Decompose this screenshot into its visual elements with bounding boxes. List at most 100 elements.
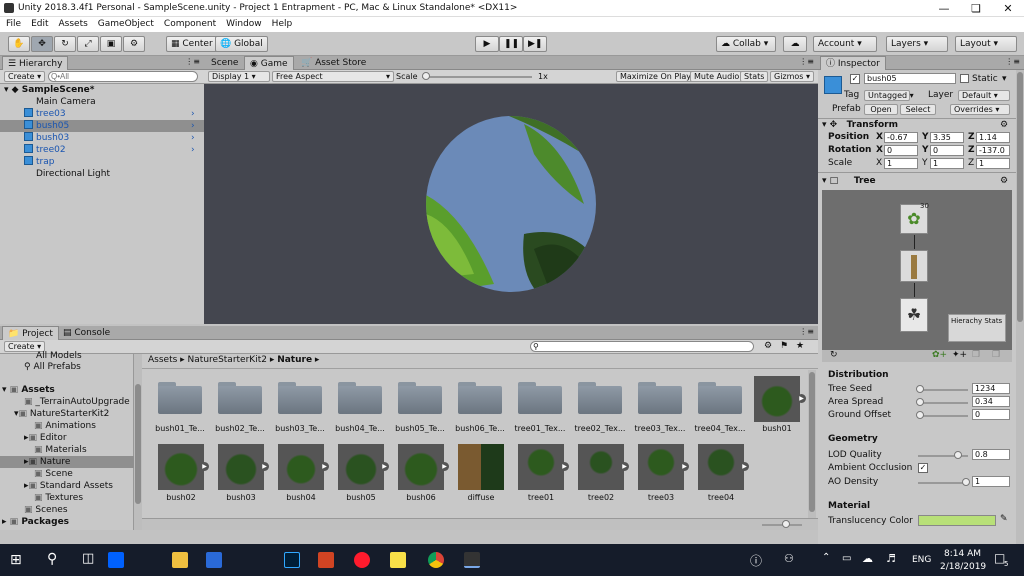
prefab-tree01[interactable] — [518, 444, 564, 490]
clock-time[interactable]: 8:14 AM — [944, 549, 981, 559]
position-z-field[interactable]: 1.14 — [976, 132, 1010, 143]
maximize-button[interactable]: ❏ — [960, 0, 992, 17]
expand-arrow-icon[interactable]: ▶ — [260, 462, 269, 471]
folder-tree02-textures[interactable] — [578, 382, 622, 414]
filter-by-label-icon[interactable]: ⚑ — [780, 341, 788, 351]
tab-console[interactable]: ▤ Console — [58, 326, 115, 340]
task-view-icon[interactable]: ◫ — [82, 551, 94, 566]
scale-y-field[interactable]: 1 — [930, 158, 964, 169]
rotation-z-field[interactable]: -137.0 — [976, 145, 1010, 156]
ground-offset-slider[interactable] — [918, 415, 968, 417]
tree-packages[interactable]: ▸ ▣ Packages — [2, 516, 69, 528]
texture-diffuse[interactable] — [458, 444, 504, 490]
translucency-color-swatch[interactable] — [918, 515, 996, 526]
expand-arrow-icon[interactable]: ▶ — [740, 462, 749, 471]
tree-nature-starter-kit[interactable]: ▾▣ NatureStarterKit2 — [14, 408, 109, 420]
prefab-bush05[interactable] — [338, 444, 384, 490]
hierarchy-create-button[interactable]: Create ▾ — [4, 71, 46, 82]
rotate-tool-icon[interactable]: ↻ — [54, 36, 76, 52]
area-spread-slider[interactable] — [918, 402, 968, 404]
tray-chevron-icon[interactable]: ⌃ — [822, 552, 830, 563]
display-dropdown[interactable]: Display 1 ▾ — [208, 71, 270, 82]
photoshop-icon[interactable] — [284, 552, 300, 568]
cloud-services-button[interactable]: ☁ — [783, 36, 807, 52]
area-spread-slider-handle[interactable] — [916, 398, 924, 406]
expand-arrow-icon[interactable]: ▶ — [320, 462, 329, 471]
rotation-x-field[interactable]: 0 — [884, 145, 918, 156]
store-icon[interactable] — [206, 552, 222, 568]
tab-inspector[interactable]: ⓘ Inspector — [820, 56, 886, 70]
breadcrumb-nature[interactable]: Nature — [277, 355, 312, 365]
stats-toggle[interactable]: Stats — [740, 71, 769, 82]
tree-seed-slider[interactable] — [918, 389, 968, 391]
tab-project[interactable]: 📁 Project — [2, 326, 59, 340]
step-button[interactable]: ▶❚ — [523, 36, 547, 52]
chrome-icon[interactable] — [428, 552, 444, 568]
menu-window[interactable]: Window — [226, 17, 262, 32]
scale-slider-handle[interactable] — [422, 72, 430, 80]
tree-textures[interactable]: ▣ Textures — [34, 492, 83, 504]
duplicate-icon[interactable]: ❐ — [972, 350, 980, 360]
gizmos-dropdown[interactable]: Gizmos ▾ — [770, 71, 815, 82]
ao-density-slider[interactable] — [918, 482, 968, 484]
opera-icon[interactable] — [354, 552, 370, 568]
tree-assets[interactable]: ▾ ▣ Assets — [2, 384, 55, 396]
prefab-bush01[interactable] — [754, 376, 800, 422]
prefab-tree03[interactable] — [638, 444, 684, 490]
ambient-occlusion-checkbox[interactable]: ✓ — [918, 463, 928, 473]
expand-arrow-icon[interactable]: ▶ — [380, 462, 389, 471]
area-spread-field[interactable]: 0.34 — [972, 396, 1010, 407]
active-checkbox[interactable]: ✓ — [850, 74, 860, 84]
move-tool-icon[interactable]: ✥ — [31, 36, 53, 52]
hierarchy-item-main-camera[interactable]: Main Camera — [36, 96, 96, 108]
expand-arrow-icon[interactable]: ▶ — [200, 462, 209, 471]
thumbnail-size-handle[interactable] — [782, 520, 790, 528]
rotation-y-field[interactable]: 0 — [930, 145, 964, 156]
unity-app-icon[interactable] — [464, 552, 480, 568]
transform-header[interactable]: ▾ ✥ Transform — [822, 120, 898, 130]
folder-bush02-textures[interactable] — [218, 382, 262, 414]
onedrive-icon[interactable]: ☁ — [862, 552, 873, 565]
menu-help[interactable]: Help — [272, 17, 293, 32]
folder-bush03-textures[interactable] — [278, 382, 322, 414]
hierarchy-item-trap[interactable]: trap — [24, 156, 54, 168]
play-button[interactable]: ▶ — [475, 36, 499, 52]
refresh-icon[interactable]: ↻ — [830, 350, 838, 360]
object-name-field[interactable]: bush05 — [864, 73, 956, 84]
menu-gameobject[interactable]: GameObject — [98, 17, 154, 32]
ao-density-field[interactable]: 1 — [972, 476, 1010, 487]
tag-dropdown[interactable]: Untagged ▾ — [864, 90, 914, 101]
panel-menu-icon[interactable]: ⋮≡ — [799, 57, 814, 66]
tree-hierarchy-view[interactable]: ✿ 30 ☘ Hierachy Stats — [822, 190, 1012, 350]
help-icon[interactable]: ⓘ — [750, 552, 762, 569]
lod-quality-slider-handle[interactable] — [954, 451, 962, 459]
static-checkbox[interactable] — [960, 74, 969, 83]
rect-tool-icon[interactable]: ▣ — [100, 36, 122, 52]
folder-bush05-textures[interactable] — [398, 382, 442, 414]
tree-seed-field[interactable]: 1234 — [972, 383, 1010, 394]
tree-standard-assets[interactable]: ▸▣ Standard Assets — [24, 480, 113, 492]
delete-icon[interactable]: ❒ — [992, 350, 1000, 360]
file-explorer-icon[interactable] — [172, 552, 188, 568]
menu-edit[interactable]: Edit — [31, 17, 48, 32]
sticky-notes-icon[interactable] — [390, 552, 406, 568]
ao-density-slider-handle[interactable] — [962, 478, 970, 486]
powerpoint-icon[interactable] — [318, 552, 334, 568]
tree-component-header[interactable]: ▾ □ Tree — [822, 176, 876, 186]
component-settings-icon[interactable]: ⚙ — [1000, 120, 1008, 130]
tree-scenes[interactable]: ▣ Scenes — [24, 504, 68, 516]
collab-button[interactable]: ☁ Collab ▾ — [716, 36, 776, 52]
prefab-bush06[interactable] — [398, 444, 444, 490]
asset-grid-scrollbar[interactable] — [808, 370, 816, 520]
scale-tool-icon[interactable]: ⤢ — [77, 36, 99, 52]
pivot-center-button[interactable]: ▦ Center — [166, 36, 218, 52]
prefab-tree04[interactable] — [698, 444, 744, 490]
prefab-tree02[interactable] — [578, 444, 624, 490]
scale-slider[interactable] — [422, 76, 532, 78]
pause-button[interactable]: ❚❚ — [499, 36, 523, 52]
tree-seed-slider-handle[interactable] — [916, 385, 924, 393]
search-icon[interactable]: ⚲ — [47, 551, 57, 567]
add-branch-icon[interactable]: ✦+ — [952, 350, 967, 360]
branch-node-icon[interactable] — [900, 250, 928, 282]
tree-nature[interactable]: ▸▣ Nature — [0, 456, 134, 468]
